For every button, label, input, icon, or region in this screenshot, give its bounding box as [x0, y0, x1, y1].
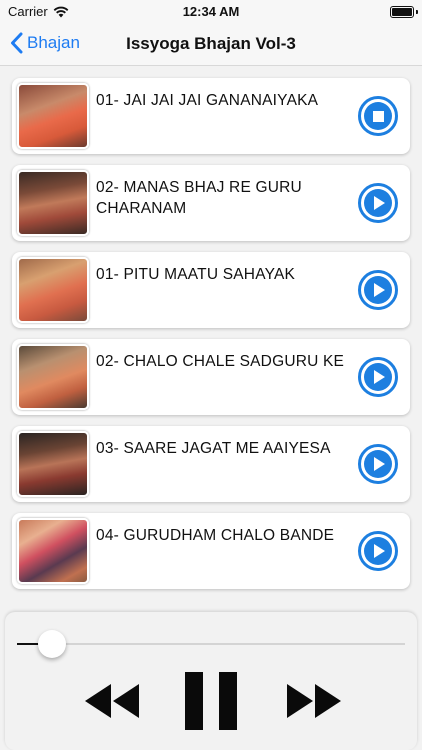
track-title: 01- PITU MAATU SAHAYAK	[96, 266, 296, 283]
page-title: Issyoga Bhajan Vol-3	[126, 34, 296, 53]
fast-forward-icon[interactable]	[287, 684, 341, 718]
track-thumbnail	[17, 257, 89, 323]
play-button[interactable]	[358, 444, 398, 484]
play-button[interactable]	[358, 357, 398, 397]
play-button[interactable]	[358, 531, 398, 571]
track-row[interactable]: 01- JAI JAI JAI GANANAIYAKA	[12, 78, 410, 154]
track-thumbnail	[17, 431, 89, 497]
play-icon	[373, 370, 385, 384]
progress-thumb[interactable]	[37, 630, 66, 658]
pause-icon[interactable]	[185, 672, 237, 730]
play-icon	[373, 283, 385, 297]
track-title: 02- MANAS BHAJ RE GURU CHARANAM	[96, 179, 302, 217]
play-button[interactable]	[358, 183, 398, 223]
battery-icon	[390, 6, 414, 18]
navigation-bar: Bhajan Issyoga Bhajan Vol-3	[0, 24, 422, 66]
track-row[interactable]: 02- CHALO CHALE SADGURU KE	[12, 339, 410, 415]
play-icon	[373, 457, 385, 471]
rewind-icon[interactable]	[85, 684, 139, 718]
progress-slider[interactable]	[17, 643, 405, 645]
clock: 12:34 AM	[182, 4, 240, 19]
track-title: 03- SAARE JAGAT ME AAIYESA	[96, 440, 331, 457]
track-thumbnail	[17, 518, 89, 584]
track-thumbnail	[17, 344, 89, 410]
track-row[interactable]: 02- MANAS BHAJ RE GURU CHARANAM	[12, 165, 410, 241]
play-button[interactable]	[358, 270, 398, 310]
audio-player	[5, 612, 417, 750]
track-row[interactable]: 03- SAARE JAGAT ME AAIYESA	[12, 426, 410, 502]
play-icon	[373, 196, 385, 210]
stop-icon	[372, 110, 384, 122]
track-thumbnail	[17, 170, 89, 236]
play-icon	[373, 544, 385, 558]
stop-button[interactable]	[358, 96, 398, 136]
track-title: 02- CHALO CHALE SADGURU KE	[96, 353, 345, 370]
status-bar: Carrier 12:34 AM	[0, 0, 422, 24]
track-thumbnail	[17, 83, 89, 149]
track-row[interactable]: 04- GURUDHAM CHALO BANDE	[12, 513, 410, 589]
battery-tip	[416, 10, 418, 14]
track-title: 01- JAI JAI JAI GANANAIYAKA	[96, 92, 319, 109]
track-row[interactable]: 01- PITU MAATU SAHAYAK	[12, 252, 410, 328]
track-title: 04- GURUDHAM CHALO BANDE	[96, 527, 335, 544]
